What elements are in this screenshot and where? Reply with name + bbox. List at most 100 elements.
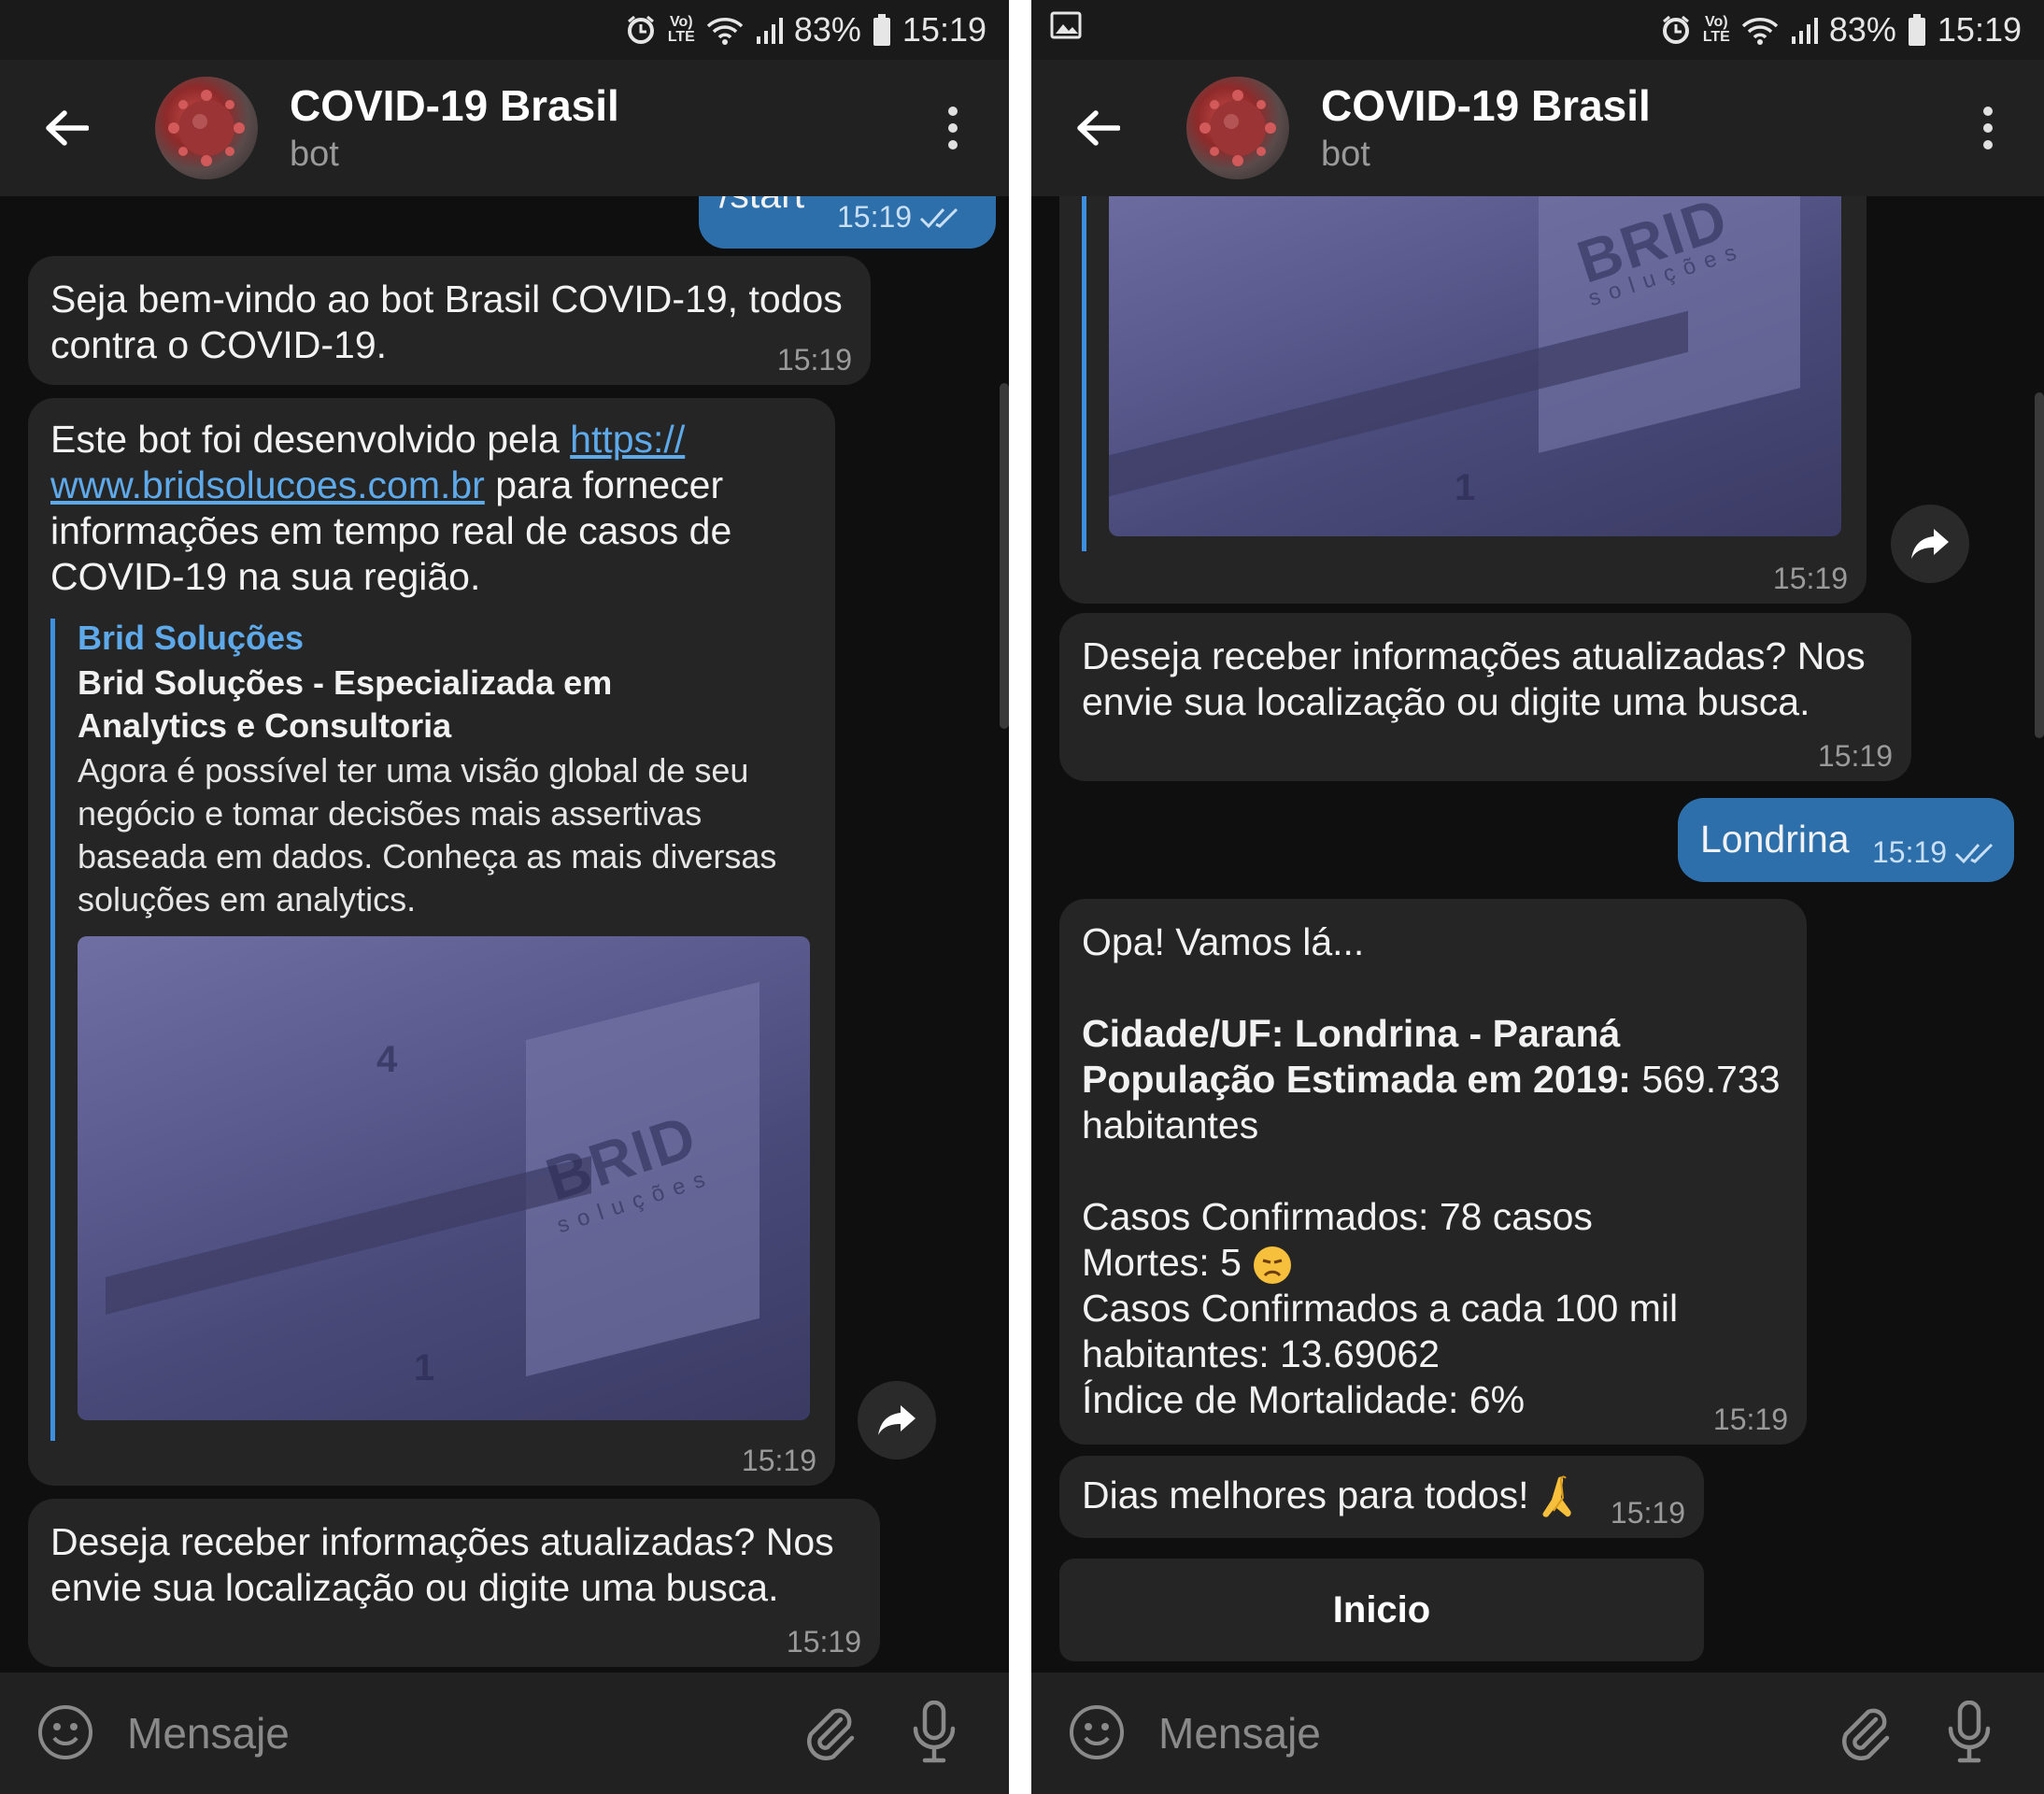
- message-text: Dias melhores para todos!: [1082, 1473, 1584, 1521]
- message-time: 15:19: [1712, 1402, 1788, 1436]
- wifi-icon: [1741, 18, 1779, 45]
- dot-icon: [1983, 107, 1993, 116]
- bot-avatar[interactable]: [1186, 77, 1289, 179]
- preview-image[interactable]: BRID soluções 4 1: [78, 936, 810, 1420]
- phone-screen-left: Vo)LTE 83% 15:19 COVID-19 Brasil bot /st…: [0, 0, 1009, 1794]
- message-input-bar: Mensaje: [1031, 1673, 2044, 1794]
- back-button[interactable]: [1065, 102, 1130, 154]
- arrow-left-icon: [1077, 110, 1120, 146]
- more-options-button[interactable]: [1969, 102, 2007, 154]
- chat-title: COVID-19 Brasil: [290, 81, 619, 130]
- status-icons: Vo) LTE 83% 15:19: [625, 7, 987, 52]
- preview-title: Brid Soluções - Especializada em Analyti…: [78, 663, 613, 745]
- paperclip-icon[interactable]: [1835, 1702, 1895, 1762]
- chat-subtitle: bot: [290, 135, 339, 174]
- scrollbar[interactable]: [2035, 392, 2044, 738]
- double-check-icon: [1954, 843, 1994, 864]
- back-button[interactable]: [34, 102, 99, 154]
- chat-title: COVID-19 Brasil: [1321, 81, 1651, 130]
- keyboard-button-inicio[interactable]: Inicio: [1059, 1559, 1704, 1661]
- alarm-icon: [1662, 15, 1689, 44]
- battery-icon: [873, 14, 890, 46]
- status-icons: Vo) LTE 83% 15:19: [1660, 7, 2022, 52]
- incoming-message[interactable]: Opa! Vamos lá... Cidade/UF: Londrina - P…: [1059, 899, 1807, 1445]
- message-text: Este bot foi desenvolvido pela https://w…: [50, 417, 816, 600]
- message-input-bar: Mensaje: [0, 1673, 1009, 1794]
- message-list[interactable]: /start 15:19 Seja bem-vindo ao bot Brasi…: [0, 196, 1009, 1673]
- share-button[interactable]: [858, 1381, 936, 1459]
- volte-indicator: Vo) LTE: [1702, 14, 1730, 45]
- message-text: Londrina: [1700, 818, 1850, 861]
- chat-header: COVID-19 Brasil bot: [1031, 60, 2044, 196]
- incoming-message[interactable]: Deseja receber informações atualizadas? …: [1059, 613, 1911, 781]
- message-list[interactable]: BRID soluções 1 15:19 Deseja receber inf…: [1031, 196, 2044, 1673]
- phone-screen-right: Vo) LTE 83% 15:19 COVID-19 Brasil bot BR…: [1031, 0, 2044, 1794]
- confirmed-line: Casos Confirmados: 78 casos: [1082, 1195, 1593, 1238]
- link-preview[interactable]: BRID soluções 1: [1082, 196, 1848, 551]
- message-time: 15:19: [1610, 1496, 1685, 1530]
- building-balcony: [106, 1156, 591, 1315]
- share-button[interactable]: [1891, 505, 1969, 583]
- message-text: /start: [719, 196, 804, 218]
- message-text: Seja bem-vindo ao bot Brasil COVID-19, t…: [50, 278, 843, 366]
- deaths-line: Mortes: 5: [1082, 1240, 1792, 1286]
- outgoing-message[interactable]: /start 15:19: [699, 196, 996, 249]
- message-input[interactable]: Mensaje: [127, 1708, 290, 1758]
- chat-subtitle: bot: [1321, 135, 1370, 174]
- city-line: Cidade/UF: Londrina - Paraná: [1082, 1012, 1621, 1055]
- message-time: 15:19: [1872, 835, 1948, 869]
- scrollbar[interactable]: [1000, 383, 1009, 729]
- preview-site-name: Brid Soluções: [78, 619, 305, 657]
- sad-face-icon: [1254, 1246, 1292, 1285]
- dot-icon: [948, 107, 958, 116]
- chat-header: COVID-19 Brasil bot: [0, 60, 1009, 196]
- message-time: 15:19: [741, 1444, 816, 1477]
- population-line: População Estimada em 2019: 569.733 habi…: [1082, 1058, 1781, 1146]
- incoming-message-with-preview[interactable]: Este bot foi desenvolvido pela https://w…: [28, 398, 835, 1486]
- emoji-icon[interactable]: [35, 1702, 95, 1762]
- battery-icon: [1908, 14, 1925, 46]
- dot-icon: [948, 123, 958, 133]
- outgoing-message[interactable]: Londrina 15:19: [1678, 798, 2014, 882]
- mortality-line: Índice de Mortalidade: 6%: [1082, 1378, 1526, 1422]
- preview-image[interactable]: BRID soluções 1: [1109, 196, 1841, 536]
- text-segment: Este bot foi desenvolvido pela: [50, 418, 571, 461]
- clock: 15:19: [901, 10, 987, 49]
- more-options-button[interactable]: [934, 102, 972, 154]
- battery-percent: 83%: [793, 10, 861, 49]
- share-arrow-icon: [878, 1405, 916, 1435]
- bot-avatar[interactable]: [155, 77, 258, 179]
- link-preview[interactable]: Brid Soluções Brid Soluções - Especializ…: [50, 619, 810, 1441]
- dot-icon: [948, 140, 958, 150]
- message-time: 15:19: [1817, 739, 1893, 773]
- virus-icon: [1199, 90, 1276, 166]
- image-number: 1: [414, 1347, 435, 1388]
- dot-icon: [1983, 140, 1993, 150]
- message-time: 15:19: [837, 200, 913, 234]
- alarm-icon: [627, 15, 654, 44]
- wifi-icon: [706, 18, 744, 45]
- message-time: 15:19: [1772, 562, 1848, 595]
- message-time: 15:19: [776, 343, 852, 377]
- clock: 15:19: [1937, 10, 2022, 49]
- incoming-message[interactable]: Dias melhores para todos! 15:19: [1059, 1456, 1704, 1538]
- message-input[interactable]: Mensaje: [1158, 1708, 1321, 1758]
- emoji-icon[interactable]: [1067, 1702, 1127, 1762]
- greeting-line: Opa! Vamos lá...: [1082, 920, 1365, 963]
- signal-icon: [1791, 18, 1818, 44]
- incoming-message[interactable]: Seja bem-vindo ao bot Brasil COVID-19, t…: [28, 256, 871, 385]
- preview-description: Agora é possível ter uma visão global de…: [78, 751, 777, 918]
- status-bar: Vo) LTE 83% 15:19: [0, 0, 1009, 60]
- incoming-message[interactable]: Deseja receber informações atualizadas? …: [28, 1499, 880, 1667]
- image-number: 4: [376, 1039, 398, 1080]
- battery-percent: 83%: [1828, 10, 1896, 49]
- microphone-icon[interactable]: [1941, 1701, 1997, 1764]
- microphone-icon[interactable]: [906, 1701, 962, 1764]
- virus-icon: [168, 90, 245, 166]
- share-arrow-icon: [1911, 529, 1949, 559]
- result-text: Opa! Vamos lá... Cidade/UF: Londrina - P…: [1082, 919, 1792, 1423]
- paperclip-icon[interactable]: [800, 1702, 859, 1762]
- incoming-message-with-preview[interactable]: BRID soluções 1 15:19: [1059, 196, 1867, 604]
- double-check-icon: [919, 207, 958, 229]
- per-100k-line: Casos Confirmados a cada 100 mil habitan…: [1082, 1287, 1679, 1376]
